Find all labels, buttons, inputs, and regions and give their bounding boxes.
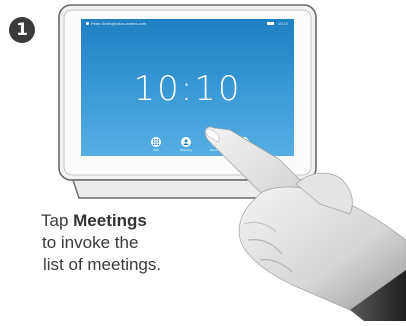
status-time: 10:10 <box>277 21 288 26</box>
step-number-badge: 1 <box>9 17 35 43</box>
dock-item-keypad[interactable]: Dial <box>148 137 164 152</box>
instruction-caption: Tap Meetings to invoke the list of meeti… <box>41 210 241 276</box>
status-indicator-icon <box>86 22 89 25</box>
status-address: Peter.Smith@cisco.webex.com <box>91 21 147 26</box>
dock-label-directory: Directory <box>179 148 192 152</box>
dock-label-keypad: Dial <box>153 148 159 152</box>
keypad-icon <box>151 137 161 147</box>
person-icon <box>181 137 191 147</box>
caption-line-2: to invoke the <box>42 233 139 252</box>
caption-highlight-meetings: Meetings <box>73 211 147 230</box>
home-clock: 10:10 <box>133 69 242 109</box>
caption-prefix: Tap <box>41 211 74 230</box>
dock-item-directory[interactable]: Directory <box>178 137 194 152</box>
caption-line-3: list of meetings. <box>43 255 162 274</box>
caption-line-1: Tap Meetings <box>41 210 241 232</box>
status-time-group: 10:10 <box>266 21 288 26</box>
battery-icon <box>266 22 274 26</box>
status-bar: Peter.Smith@cisco.webex.com 10:10 <box>81 19 294 28</box>
